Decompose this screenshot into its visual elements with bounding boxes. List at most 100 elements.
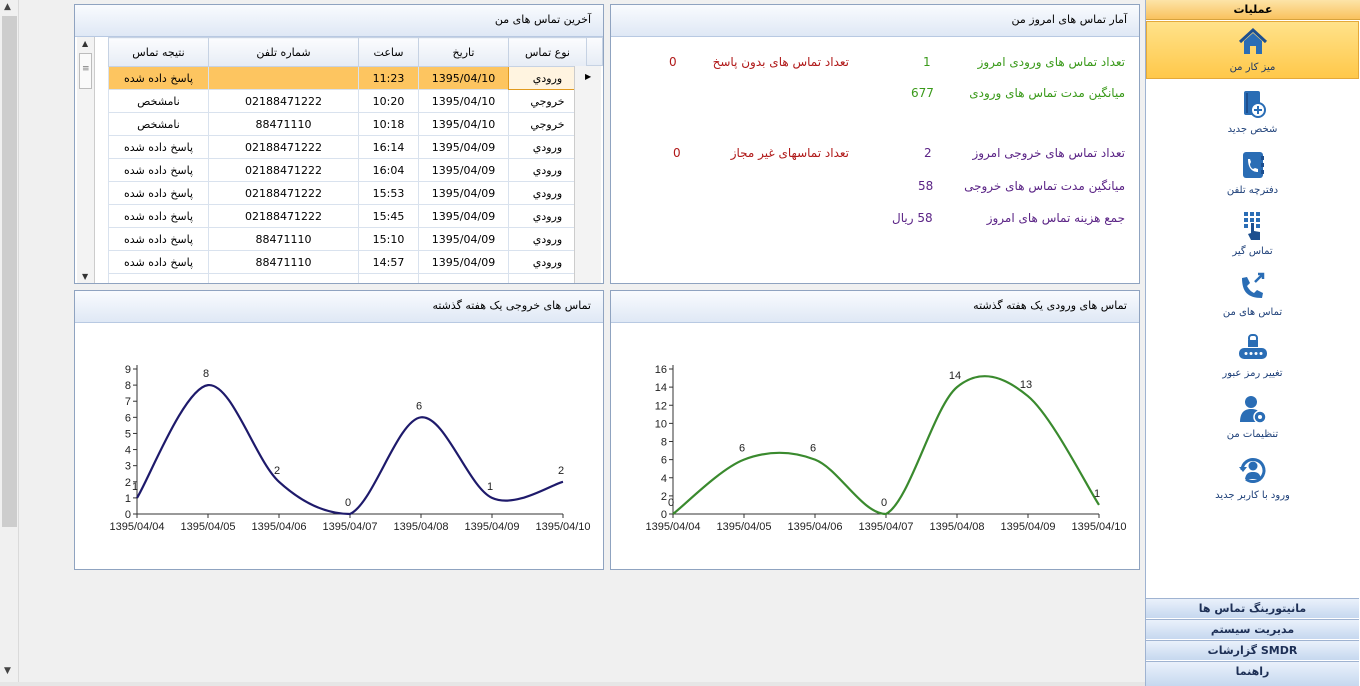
- y-tick-label: 16: [655, 364, 667, 376]
- cell-phone: 02188471222: [208, 158, 359, 182]
- sidebar-header[interactable]: عملیات: [1146, 0, 1360, 20]
- recent-calls-grid: ▲ ▼ نوع تماس تاریخ ساعت شماره تلفن نتیجه…: [77, 37, 603, 283]
- sidebar-item-label: تغییر رمز عبور: [1222, 368, 1283, 379]
- y-tick-label: 2: [125, 477, 131, 489]
- cell-result: نامشخص: [108, 112, 209, 136]
- data-label: 0: [668, 497, 674, 509]
- sidebar-item-new-person[interactable]: شخص جدید: [1146, 84, 1359, 142]
- cell-result: پاسخ داده شده: [108, 66, 209, 90]
- unanswered-value: 0: [669, 55, 677, 69]
- page-scrollbar[interactable]: ▲ ▼: [0, 0, 19, 686]
- cell-date: 1395/04/09: [418, 181, 509, 205]
- cell-result: پاسخ داده شده: [108, 181, 209, 205]
- series-line: [672, 375, 1100, 516]
- avg-incoming-label: میانگین مدت تماس های ورودی: [969, 86, 1125, 100]
- cell-result: پاسخ داده شده: [108, 227, 209, 251]
- x-tick-label: 1395/04/06: [251, 521, 306, 533]
- avg-incoming-value: 677: [911, 86, 934, 100]
- incoming-chart-title: تماس های ورودی یک هفته گذشته: [611, 291, 1139, 323]
- cell-time: 11:23: [358, 66, 419, 90]
- table-row[interactable]: ورودي 1395/04/09 15:53 02188471222 پاسخ داده…: [108, 181, 587, 205]
- x-tick-label: 1395/04/05: [716, 521, 771, 533]
- password-icon: [1238, 334, 1267, 359]
- my-calls-icon: [1241, 272, 1264, 298]
- add-contact-icon: [1243, 91, 1266, 118]
- cell-date: 1395/04/09: [418, 250, 509, 274]
- unauthorized-value: 0: [673, 146, 681, 160]
- grid-scroll-thumb[interactable]: [79, 53, 92, 89]
- operations-sidebar: عملیات میز کار من شخص جدید دفترچه تلفن ت…: [1145, 0, 1360, 686]
- col-call-type[interactable]: نوع تماس: [508, 37, 587, 67]
- row-selector-column: ▶: [574, 66, 601, 283]
- cell-time: 15:45: [358, 204, 419, 228]
- data-label: 6: [739, 443, 745, 455]
- sidebar-section-call-monitoring[interactable]: مانیتورینگ تماس ها: [1146, 598, 1359, 618]
- cell-phone: 88471110: [208, 227, 359, 251]
- stats-title: آمار تماس های امروز من: [611, 5, 1139, 37]
- data-label: 1: [132, 481, 138, 493]
- scroll-down-icon[interactable]: ▼: [4, 666, 11, 676]
- table-row[interactable]: ورودي 1395/04/09 15:10 88471110 پاسخ داده شد…: [108, 227, 587, 251]
- cell-date: 1395/04/10: [418, 89, 509, 113]
- table-row[interactable]: ورودي 1395/04/09 14:57 88471110 پاسخ داده شد…: [108, 250, 587, 274]
- table-row[interactable]: ورودي 1395/04/09 16:14 02188471222 پاسخ داده…: [108, 135, 587, 159]
- sidebar-section-help[interactable]: راهنما: [1146, 661, 1359, 686]
- data-label: 1: [1094, 488, 1100, 500]
- grid-scrollbar[interactable]: ▲ ▼: [77, 37, 95, 283]
- sidebar-item-my-calls[interactable]: تماس های من: [1146, 267, 1359, 325]
- table-row[interactable]: ورودي 1395/04/09 15:45 02188471222 پاسخ داده…: [108, 204, 587, 228]
- table-header-row: نوع تماس تاریخ ساعت شماره تلفن نتیجه تما…: [108, 37, 587, 67]
- col-time[interactable]: ساعت: [358, 37, 419, 67]
- cell-result: پاسخ داده شده: [108, 158, 209, 182]
- table-row[interactable]: ورودي 1395/04/09 16:04 02188471222 پاسخ داده…: [108, 158, 587, 182]
- scroll-thumb[interactable]: [2, 16, 17, 527]
- col-result[interactable]: نتیجه تماس: [108, 37, 209, 67]
- x-tick-label: 1395/04/07: [858, 521, 913, 533]
- cell-result: پاسخ داده شده: [108, 204, 209, 228]
- recent-calls-title: آخرین تماس های من: [75, 5, 603, 37]
- sidebar-item-label: دفترچه تلفن: [1226, 185, 1279, 196]
- grid-scroll-up-icon[interactable]: ▲: [82, 39, 88, 48]
- data-label: 0: [345, 497, 351, 509]
- x-tick-label: 1395/04/08: [393, 521, 448, 533]
- y-tick-label: 5: [125, 428, 131, 440]
- cell-date: 1395/04/10: [418, 66, 509, 90]
- cell-date: 1395/04/09: [418, 204, 509, 228]
- switch-user-icon: [1238, 458, 1265, 483]
- table-row[interactable]: خروجي 1395/04/10 10:20 02188471222 نامشخص: [108, 89, 587, 113]
- table-row[interactable]: ورودي 1395/04/10 11:23 پاسخ داده شده: [108, 66, 587, 90]
- sidebar-section-smdr-reports[interactable]: گزارشات SMDR: [1146, 640, 1359, 660]
- sidebar-item-phonebook[interactable]: دفترچه تلفن: [1146, 145, 1359, 203]
- phonebook-icon: [1242, 152, 1264, 178]
- cell-phone: [208, 66, 359, 90]
- outgoing-chart-title: تماس های خروجی یک هفته گذشته: [75, 291, 603, 323]
- grid-scroll-down-icon[interactable]: ▼: [82, 272, 88, 281]
- sidebar-item-my-desk[interactable]: میز کار من: [1146, 21, 1359, 79]
- outgoing-count-value: 2: [924, 146, 932, 160]
- sidebar-item-label: تماس گیر: [1232, 246, 1273, 257]
- y-tick-label: 9: [125, 364, 131, 376]
- incoming-chart: 02468101214161395/04/04 1395/04/05 1395/04…: [645, 364, 1126, 533]
- cell-phone: 02188471222: [208, 89, 359, 113]
- col-phone[interactable]: شماره تلفن: [208, 37, 359, 67]
- cell-time: 16:14: [358, 135, 419, 159]
- sidebar-item-my-settings[interactable]: تنظیمات من: [1146, 389, 1359, 447]
- data-label: 8: [203, 368, 209, 380]
- data-label: 6: [810, 443, 816, 455]
- x-tick-label: 1395/04/08: [929, 521, 984, 533]
- unauthorized-label: تعداد تماسهای غیر مجاز: [730, 146, 849, 160]
- col-date[interactable]: تاریخ: [418, 37, 509, 67]
- sidebar-item-dialer[interactable]: تماس گیر: [1146, 206, 1359, 264]
- current-row-arrow-icon: ▶: [585, 72, 592, 81]
- sidebar-item-label: ورود با کاربر جدید: [1215, 490, 1290, 501]
- sidebar-item-switch-user[interactable]: ورود با کاربر جدید: [1146, 450, 1359, 508]
- y-tick-label: 6: [661, 455, 667, 467]
- chart-plot: 02468101214161395/04/04 1395/04/05 1395/04…: [645, 364, 1126, 533]
- cost-label: جمع هزینه تماس های امروز: [986, 211, 1125, 225]
- scroll-up-icon[interactable]: ▲: [4, 2, 11, 12]
- sidebar-section-system-management[interactable]: مدیریت سیستم: [1146, 619, 1359, 639]
- sidebar-item-change-password[interactable]: تغییر رمز عبور: [1146, 328, 1359, 386]
- cell-time: 10:18: [358, 112, 419, 136]
- incoming-count-label: تعداد تماس های ورودی امروز: [977, 55, 1125, 69]
- table-row[interactable]: خروجي 1395/04/10 10:18 88471110 نامشخص: [108, 112, 587, 136]
